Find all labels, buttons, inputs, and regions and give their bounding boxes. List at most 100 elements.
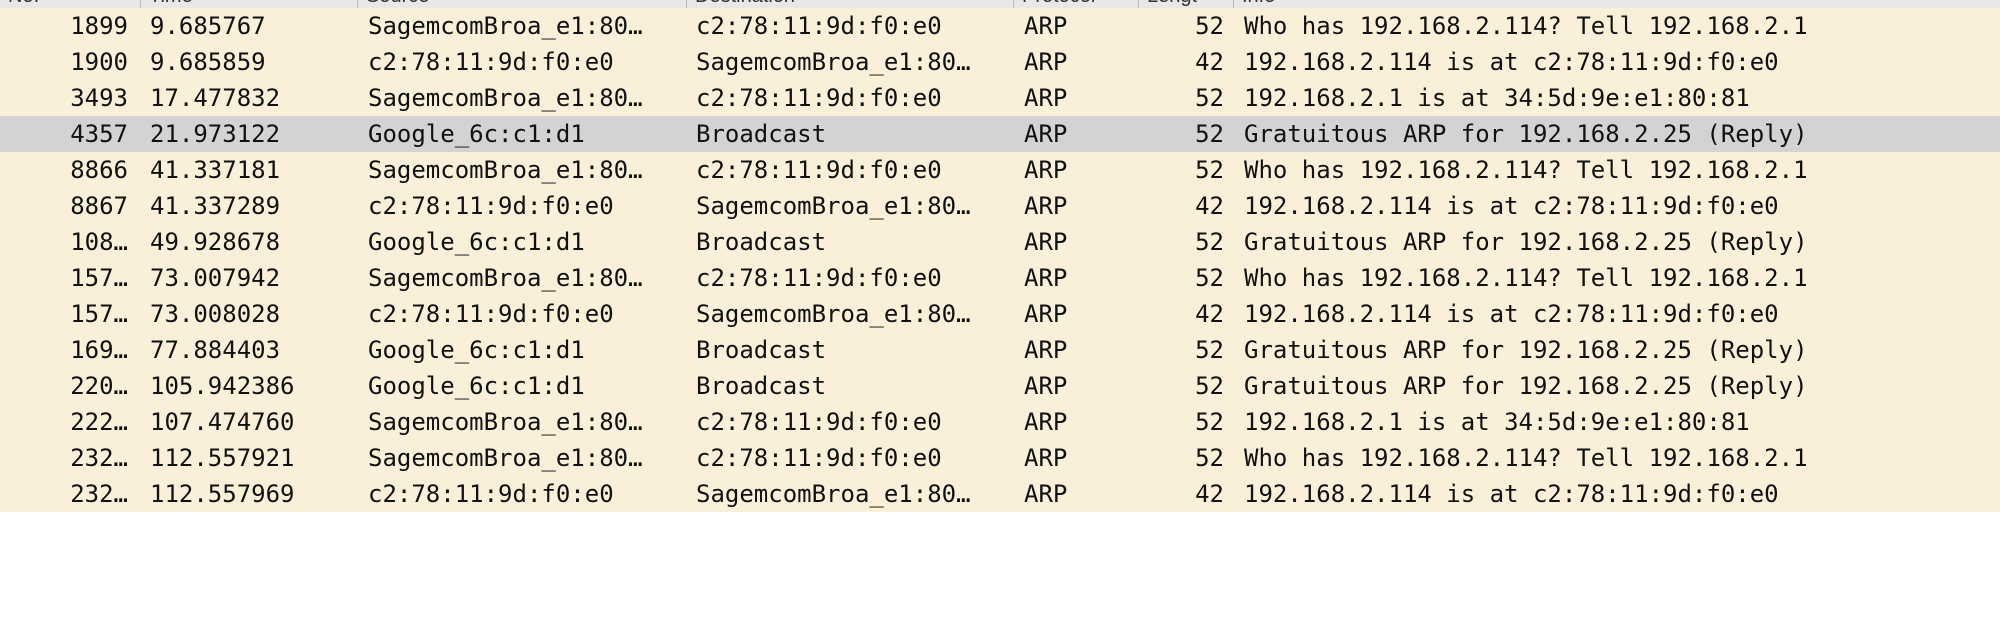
packet-protocol: ARP	[1024, 336, 1068, 364]
packet-info: 192.168.2.1 is at 34:5d:9e:e1:80:81	[1244, 408, 1750, 436]
packet-source: c2:78:11:9d:f0:e0	[368, 300, 614, 328]
packet-source: c2:78:11:9d:f0:e0	[368, 48, 614, 76]
column-header-protocol[interactable]: Protocol	[1014, 0, 1138, 8]
packet-source: SagemcomBroa_e1:80…	[368, 264, 643, 292]
packet-row[interactable]: 169… 77.884403 Google_6c:c1:d1 Broadcast ARP…	[0, 332, 2000, 368]
packet-row[interactable]: 8867 41.337289 c2:78:11:9d:f0:e0 SagemcomBr…	[0, 188, 2000, 224]
packet-row[interactable]: 108… 49.928678 Google_6c:c1:d1 Broadcast ARP…	[0, 224, 2000, 260]
packet-length: 52	[1195, 408, 1224, 436]
packet-destination: SagemcomBroa_e1:80…	[696, 300, 971, 328]
packet-source: SagemcomBroa_e1:80…	[368, 84, 643, 112]
packet-length: 52	[1195, 228, 1224, 256]
packet-protocol: ARP	[1024, 192, 1068, 220]
packet-info: Gratuitous ARP for 192.168.2.25 (Reply)	[1244, 120, 1808, 148]
packet-protocol: ARP	[1024, 12, 1068, 40]
packet-length: 52	[1195, 336, 1224, 364]
packet-destination: Broadcast	[696, 372, 827, 400]
packet-protocol: ARP	[1024, 408, 1068, 436]
packet-length: 52	[1195, 12, 1224, 40]
packet-source: SagemcomBroa_e1:80…	[368, 12, 643, 40]
packet-destination: c2:78:11:9d:f0:e0	[696, 264, 942, 292]
packet-row[interactable]: 157… 73.007942 SagemcomBroa_e1:80… c2:78:11…	[0, 260, 2000, 296]
packet-time: 77.884403	[150, 336, 281, 364]
column-header-no[interactable]: No.	[0, 0, 140, 8]
packet-info: Gratuitous ARP for 192.168.2.25 (Reply)	[1244, 336, 1808, 364]
packet-info: Who has 192.168.2.114? Tell 192.168.2.1	[1244, 264, 1808, 292]
packet-time: 41.337289	[150, 192, 281, 220]
packet-row[interactable]: 8866 41.337181 SagemcomBroa_e1:80… c2:78:11…	[0, 152, 2000, 188]
packet-time: 9.685767	[150, 12, 266, 40]
packet-destination: Broadcast	[696, 336, 827, 364]
packet-number: 108…	[70, 228, 128, 256]
packet-time: 21.973122	[150, 120, 281, 148]
packet-info: Gratuitous ARP for 192.168.2.25 (Reply)	[1244, 372, 1808, 400]
packet-source: Google_6c:c1:d1	[368, 228, 585, 256]
packet-number: 8866	[70, 156, 128, 184]
packet-row[interactable]: 3493 17.477832 SagemcomBroa_e1:80… c2:78:11…	[0, 80, 2000, 116]
packet-info: Gratuitous ARP for 192.168.2.25 (Reply)	[1244, 228, 1808, 256]
packet-length: 52	[1195, 444, 1224, 472]
packet-destination: Broadcast	[696, 120, 827, 148]
packet-time: 105.942386	[150, 372, 295, 400]
packet-number: 220…	[70, 372, 128, 400]
packet-destination: c2:78:11:9d:f0:e0	[696, 444, 942, 472]
packet-time: 41.337181	[150, 156, 281, 184]
packet-info: 192.168.2.114 is at c2:78:11:9d:f0:e0	[1244, 300, 1779, 328]
packet-number: 157…	[70, 300, 128, 328]
packet-protocol: ARP	[1024, 120, 1068, 148]
packet-length: 52	[1195, 156, 1224, 184]
packet-number: 232…	[70, 480, 128, 508]
packet-protocol: ARP	[1024, 48, 1068, 76]
packet-protocol: ARP	[1024, 84, 1068, 112]
column-header-length[interactable]: Lengt	[1139, 0, 1233, 8]
packet-info: Who has 192.168.2.114? Tell 192.168.2.1	[1244, 12, 1808, 40]
packet-source: SagemcomBroa_e1:80…	[368, 444, 643, 472]
packet-destination: c2:78:11:9d:f0:e0	[696, 408, 942, 436]
packet-info: 192.168.2.114 is at c2:78:11:9d:f0:e0	[1244, 192, 1779, 220]
packet-length: 52	[1195, 84, 1224, 112]
packet-time: 112.557921	[150, 444, 295, 472]
packet-info: Who has 192.168.2.114? Tell 192.168.2.1	[1244, 444, 1808, 472]
packet-destination: SagemcomBroa_e1:80…	[696, 192, 971, 220]
packet-info: Who has 192.168.2.114? Tell 192.168.2.1	[1244, 156, 1808, 184]
packet-destination: c2:78:11:9d:f0:e0	[696, 84, 942, 112]
packet-time: 9.685859	[150, 48, 266, 76]
packet-source: Google_6c:c1:d1	[368, 372, 585, 400]
column-header-source[interactable]: Source	[358, 0, 686, 8]
packet-row-selected[interactable]: 4357 21.973122 Google_6c:c1:d1 Broadcast ARP…	[0, 116, 2000, 152]
packet-number: 8867	[70, 192, 128, 220]
packet-row[interactable]: 1899 9.685767 SagemcomBroa_e1:80… c2:78:11:…	[0, 8, 2000, 44]
packet-row[interactable]: 222… 107.474760 SagemcomBroa_e1:80… c2:78:1…	[0, 404, 2000, 440]
packet-destination: c2:78:11:9d:f0:e0	[696, 12, 942, 40]
packet-source: c2:78:11:9d:f0:e0	[368, 192, 614, 220]
packet-length: 52	[1195, 372, 1224, 400]
packet-number: 222…	[70, 408, 128, 436]
packet-row[interactable]: 220… 105.942386 Google_6c:c1:d1 Broadcast AR…	[0, 368, 2000, 404]
packet-number: 169…	[70, 336, 128, 364]
packet-time: 107.474760	[150, 408, 295, 436]
packet-destination: SagemcomBroa_e1:80…	[696, 48, 971, 76]
packet-source: c2:78:11:9d:f0:e0	[368, 480, 614, 508]
column-header-info[interactable]: Info	[1234, 0, 2000, 8]
packet-row[interactable]: 232… 112.557921 SagemcomBroa_e1:80… c2:78:1…	[0, 440, 2000, 476]
packet-source: SagemcomBroa_e1:80…	[368, 408, 643, 436]
packet-row[interactable]: 157… 73.008028 c2:78:11:9d:f0:e0 SagemcomBr…	[0, 296, 2000, 332]
packet-length: 52	[1195, 120, 1224, 148]
packet-time: 112.557969	[150, 480, 295, 508]
packet-info: 192.168.2.114 is at c2:78:11:9d:f0:e0	[1244, 480, 1779, 508]
packet-number: 232…	[70, 444, 128, 472]
packet-row[interactable]: 232… 112.557969 c2:78:11:9d:f0:e0 SagemcomB…	[0, 476, 2000, 512]
packet-length: 52	[1195, 264, 1224, 292]
packet-protocol: ARP	[1024, 300, 1068, 328]
packet-destination: SagemcomBroa_e1:80…	[696, 480, 971, 508]
packet-info: 192.168.2.1 is at 34:5d:9e:e1:80:81	[1244, 84, 1750, 112]
packet-length: 42	[1195, 480, 1224, 508]
packet-number: 4357	[70, 120, 128, 148]
column-header-destination[interactable]: Destination	[687, 0, 1013, 8]
packet-list: No. Time Source Destination Protocol Len…	[0, 0, 2000, 632]
packet-row[interactable]: 1900 9.685859 c2:78:11:9d:f0:e0 SagemcomBro…	[0, 44, 2000, 80]
packet-protocol: ARP	[1024, 480, 1068, 508]
packet-length: 42	[1195, 192, 1224, 220]
packet-length: 42	[1195, 48, 1224, 76]
column-header-time[interactable]: Time	[141, 0, 357, 8]
